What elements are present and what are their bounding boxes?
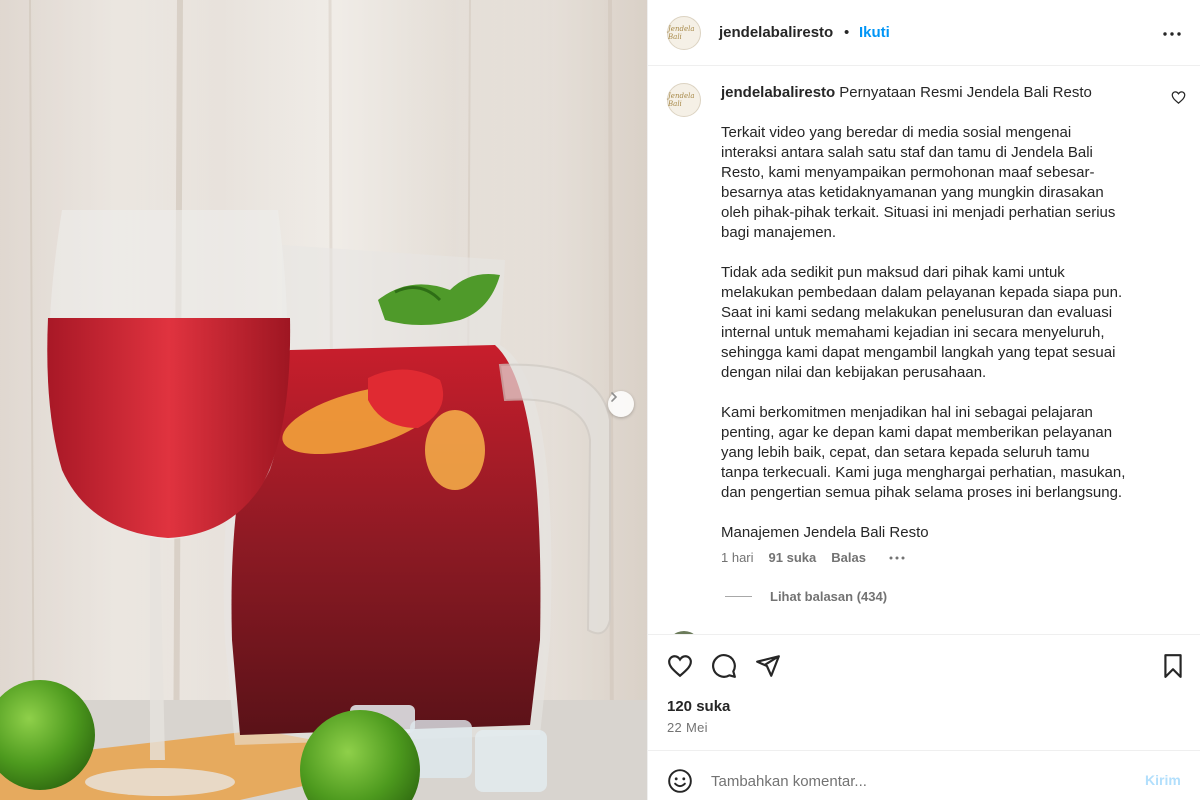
post-image (0, 0, 647, 800)
caption-line: Resto, kami menyampaikan permohonan maaf… (721, 164, 1095, 181)
view-replies-label: Lihat balasan (434) (770, 589, 888, 604)
caption-line: interaksi antara salah satu staf dan tam… (721, 144, 1093, 161)
caption-line: tanpa terkecuali. Kami juga menghargai p… (721, 464, 1126, 481)
caption-line: Kami berkomitmen menjadikan hal ini seba… (721, 404, 1093, 421)
caption-line: dan pengertian semua pihak selama proses… (721, 484, 1123, 501)
caption-username[interactable]: jendelabaliresto (721, 84, 835, 101)
caption-paragraph-2: Tidak ada sedikit pun maksud dari pihak … (721, 263, 1122, 383)
caption-line: penting, agar ke depan kami dapat member… (721, 424, 1113, 441)
add-comment-bar: Kirim (648, 750, 1200, 800)
comment-options-icon[interactable] (887, 551, 907, 565)
caption-title: Pernyataan Resmi Jendela Bali Resto (839, 84, 1092, 101)
caption-line: yang lebih baik, cepat, dan setara kepad… (721, 444, 1090, 461)
send-comment-button[interactable]: Kirim (1145, 772, 1181, 788)
caption-line: internal untuk memahami kejadian ini sec… (721, 324, 1105, 341)
bookmark-icon[interactable] (1160, 653, 1186, 679)
caption-line: melakukan pembedaan dalam pelayanan kepa… (721, 284, 1123, 301)
post-panel: Jendela Bali jendelabaliresto • Ikuti Je… (647, 0, 1200, 800)
follow-button[interactable]: Ikuti (859, 24, 890, 41)
caption-paragraph-3: Kami berkomitmen menjadikan hal ini seba… (721, 403, 1125, 503)
reply-button[interactable]: Balas (831, 550, 866, 565)
comment-icon[interactable] (711, 653, 737, 679)
chevron-right-icon (611, 392, 618, 402)
send-icon[interactable] (755, 653, 781, 679)
caption-line: Tidak ada sedikit pun maksud dari pihak … (721, 264, 1065, 281)
caption-avatar[interactable]: Jendela Bali (667, 83, 701, 117)
caption-line: Terkait video yang beredar di media sosi… (721, 124, 1072, 141)
caption-line: Manajemen Jendela Bali Resto (721, 524, 929, 541)
avatar[interactable]: Jendela Bali (667, 16, 701, 50)
caption-line: bagi manajemen. (721, 224, 837, 241)
post-date[interactable]: 22 Mei (667, 720, 708, 735)
next-image-button[interactable] (608, 391, 634, 417)
caption-line: oleh pihak-pihak terkait. Situasi ini me… (721, 204, 1116, 221)
avatar-logo-text: Jendela Bali (668, 25, 695, 41)
caption-heading: jendelabaliresto Pernyataan Resmi Jendela… (721, 83, 1092, 103)
caption-line: sehingga kami dapat mengambil langkah ya… (721, 344, 1116, 361)
caption-time[interactable]: 1 hari (721, 550, 754, 565)
comment-input[interactable] (711, 770, 1131, 792)
heart-icon[interactable] (1171, 90, 1186, 105)
caption-likes[interactable]: 91 suka (769, 550, 817, 565)
caption-line: Saat ini kami sedang melakukan penelusur… (721, 304, 1113, 321)
avatar-logo-text: Jendela Bali (668, 92, 695, 108)
caption-signature: Manajemen Jendela Bali Resto (721, 523, 929, 543)
like-count[interactable]: 120 suka (667, 698, 730, 715)
heart-icon[interactable] (667, 653, 693, 679)
view-replies-button[interactable]: Lihat balasan (434) (725, 589, 887, 604)
replies-divider (725, 596, 752, 597)
caption-paragraph-1: Terkait video yang beredar di media sosi… (721, 123, 1115, 243)
header-username[interactable]: jendelabaliresto (719, 24, 833, 41)
post-header: Jendela Bali jendelabaliresto • Ikuti (648, 0, 1200, 66)
sangria-photo (0, 0, 647, 800)
caption-line: besarnya atas ketidaknyamanan yang mungk… (721, 184, 1104, 201)
caption-line: dengan nilai dan kebijakan perusahaan. (721, 364, 987, 381)
emoji-icon[interactable] (667, 768, 693, 794)
caption-meta: 1 hari 91 suka Balas (721, 550, 907, 565)
separator-dot: • (844, 24, 850, 41)
more-horizontal-icon[interactable] (1160, 22, 1184, 46)
comments-section[interactable]: Jendela Bali jendelabaliresto Pernyataan … (648, 67, 1200, 634)
post-actions: 120 suka 22 Mei (648, 634, 1200, 750)
